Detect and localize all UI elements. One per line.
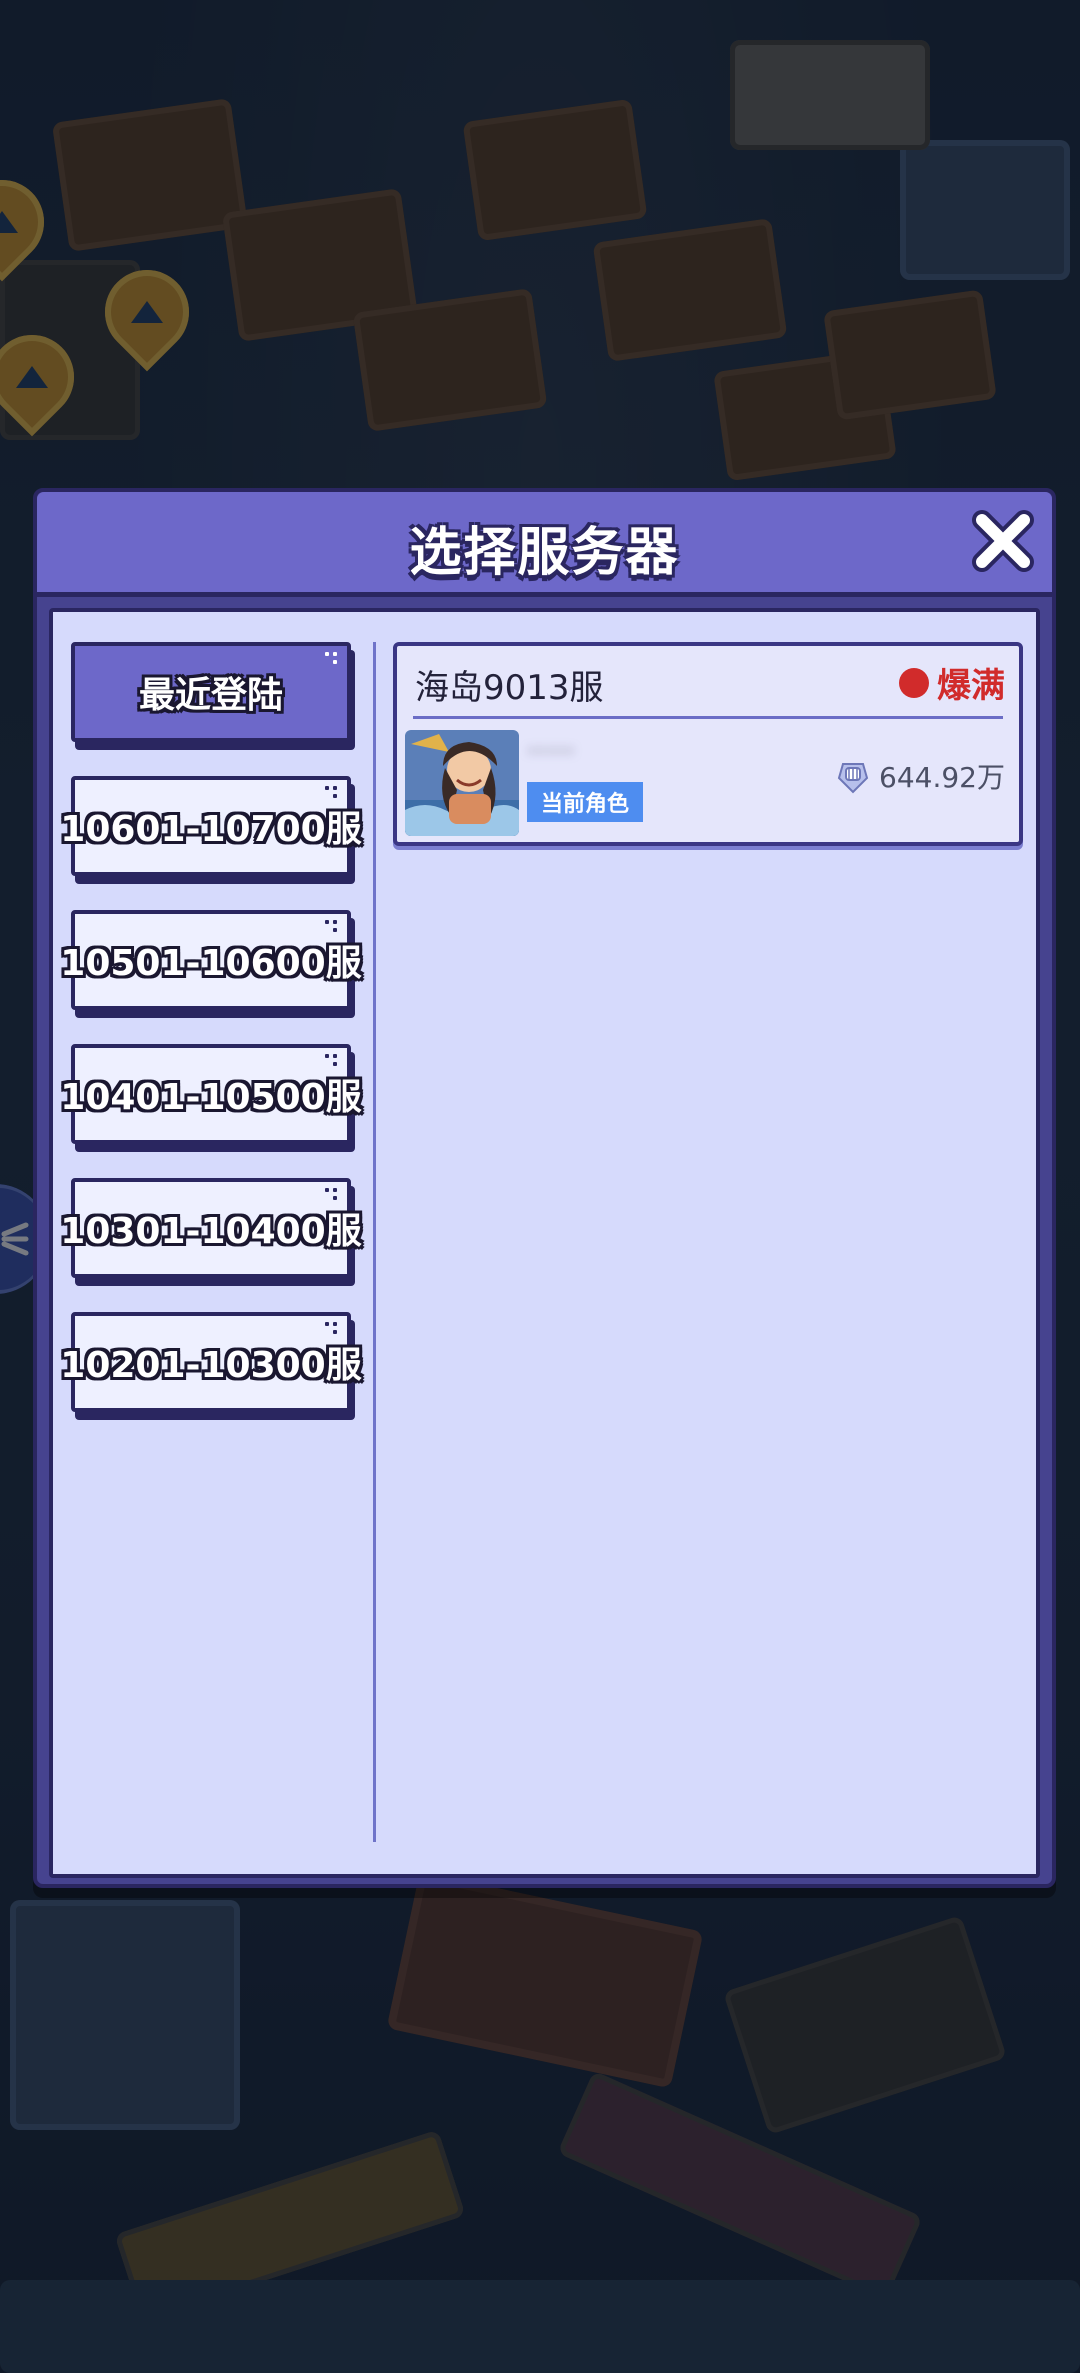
close-icon [972,510,1034,572]
character-name: ····· [527,734,575,769]
category-label: 10601-10700服 [60,809,362,850]
category-10301-10400[interactable]: 10301-10400服 [60,1178,362,1278]
category-label: 10301-10400服 [60,1211,362,1252]
category-label: 10401-10500服 [60,1077,362,1118]
fist-icon [837,763,869,794]
current-role-badge: 当前角色 [527,782,644,822]
modal-title: 选择服务器 [409,523,680,583]
corner-dots-icon [325,1188,339,1202]
server-select-modal: 选择服务器 最近登陆 10601-10700服 10501-10600服 104… [33,488,1056,1888]
status-dot-icon [899,667,929,698]
category-label: 最近登陆 [138,675,283,716]
character-avatar [405,730,519,836]
server-category-list: 最近登陆 10601-10700服 10501-10600服 10401-105… [60,642,362,1446]
corner-dots-icon [325,1322,339,1336]
corner-dots-icon [325,652,339,666]
category-10201-10300[interactable]: 10201-10300服 [60,1312,362,1412]
column-divider [373,642,376,1842]
corner-dots-icon [325,920,339,934]
close-button[interactable] [968,506,1038,576]
power-display: 644.92万 [833,756,1005,796]
category-label: 10501-10600服 [60,943,362,984]
card-divider [413,716,1003,719]
category-10401-10500[interactable]: 10401-10500服 [60,1044,362,1144]
corner-dots-icon [325,786,339,800]
corner-dots-icon [325,1054,339,1068]
category-10601-10700[interactable]: 10601-10700服 [60,776,362,876]
server-name: 海岛9013服 [415,668,604,708]
server-status: 爆满 [899,658,1005,707]
category-label: 10201-10300服 [60,1345,362,1386]
server-card[interactable]: 海岛9013服 爆满 ····· 当前角色 644.92万 [393,642,1023,846]
power-value: 644.92万 [879,761,1005,794]
server-status-label: 爆满 [937,666,1005,706]
modal-body: 最近登陆 10601-10700服 10501-10600服 10401-105… [49,608,1040,1878]
modal-header: 选择服务器 [37,492,1052,597]
category-recent-login[interactable]: 最近登陆 [71,642,351,742]
category-10501-10600[interactable]: 10501-10600服 [60,910,362,1010]
